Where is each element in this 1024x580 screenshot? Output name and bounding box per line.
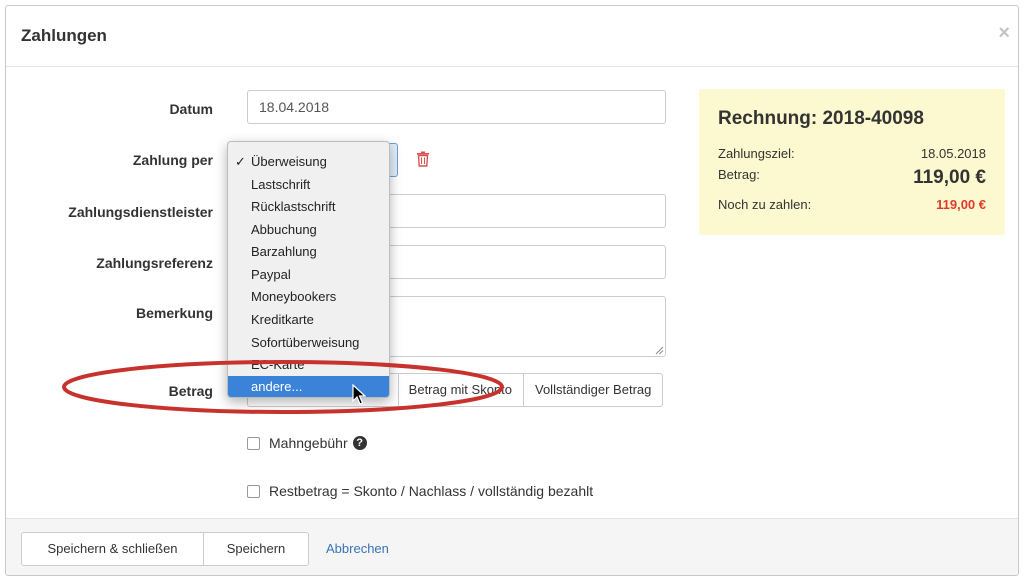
mahngebuehr-row[interactable]: Mahngebühr ? — [247, 435, 367, 451]
restbetrag-row[interactable]: Restbetrag = Skonto / Nachlass / vollstä… — [247, 483, 593, 499]
dropdown-item[interactable]: Kreditkarte — [228, 309, 389, 331]
save-close-button[interactable]: Speichern & schließen — [21, 532, 204, 566]
modal-footer: Speichern & schließen Speichern Abbreche… — [6, 518, 1018, 575]
bemerkung-label: Bemerkung — [135, 305, 213, 321]
dropdown-item-label: Überweisung — [251, 154, 327, 169]
zahlung-per-dropdown: ✓ Überweisung Lastschrift Rücklastschrif… — [227, 141, 390, 398]
zahlung-per-label: Zahlung per — [132, 152, 213, 168]
betrag-summary-label: Betrag: — [718, 167, 760, 182]
zahlungsziel-label: Zahlungsziel: — [718, 146, 795, 161]
trash-icon[interactable] — [416, 151, 430, 167]
checkmark-icon: ✓ — [235, 154, 246, 169]
noch-zu-zahlen-value: 119,00 € — [936, 197, 986, 212]
dropdown-item[interactable]: Sofortüberweisung — [228, 332, 389, 354]
noch-zu-zahlen-label: Noch zu zahlen: — [718, 197, 812, 212]
dropdown-item[interactable]: Rücklastschrift — [228, 196, 389, 218]
dropdown-item[interactable]: Moneybookers — [228, 286, 389, 308]
payments-modal: Zahlungen × Datum 18.04.2018 Zahlung per… — [5, 5, 1019, 576]
dropdown-item[interactable]: Lastschrift — [228, 174, 389, 196]
betrag-summary-value: 119,00 € — [913, 167, 986, 188]
dienstleister-label: Zahlungsdienstleister — [68, 204, 213, 220]
dropdown-item[interactable]: EC-Karte — [228, 354, 389, 376]
mahngebuehr-label: Mahngebühr — [269, 435, 348, 451]
restbetrag-checkbox[interactable] — [247, 484, 260, 498]
close-icon[interactable]: × — [998, 22, 1010, 45]
modal-title: Zahlungen — [21, 26, 107, 45]
dropdown-item-highlighted[interactable]: andere... — [228, 376, 389, 397]
betrag-label: Betrag — [168, 383, 213, 399]
dropdown-item[interactable]: Abbuchung — [228, 219, 389, 241]
resize-grip-icon[interactable] — [655, 346, 664, 355]
referenz-label: Zahlungsreferenz — [96, 255, 213, 271]
zahlungsziel-value: 18.05.2018 — [920, 146, 986, 161]
mahngebuehr-checkbox[interactable] — [247, 436, 260, 450]
save-button[interactable]: Speichern — [203, 532, 309, 566]
datum-input[interactable]: 18.04.2018 — [247, 90, 666, 124]
modal-header: Zahlungen × — [6, 6, 1018, 67]
dropdown-item[interactable]: Barzahlung — [228, 241, 389, 263]
vollstaendiger-betrag-button[interactable]: Vollständiger Betrag — [523, 373, 664, 407]
invoice-summary: Rechnung: 2018-40098 Zahlungsziel: 18.05… — [699, 89, 1005, 235]
invoice-title: Rechnung: 2018-40098 — [718, 108, 924, 129]
datum-label: Datum — [169, 101, 213, 117]
dropdown-item[interactable]: Paypal — [228, 264, 389, 286]
cancel-link[interactable]: Abbrechen — [326, 541, 389, 556]
restbetrag-label: Restbetrag = Skonto / Nachlass / vollstä… — [269, 483, 594, 499]
betrag-mit-skonto-button[interactable]: Betrag mit Skonto — [398, 373, 524, 407]
dropdown-item[interactable]: ✓ Überweisung — [228, 151, 389, 173]
question-circle-icon[interactable]: ? — [352, 436, 367, 450]
